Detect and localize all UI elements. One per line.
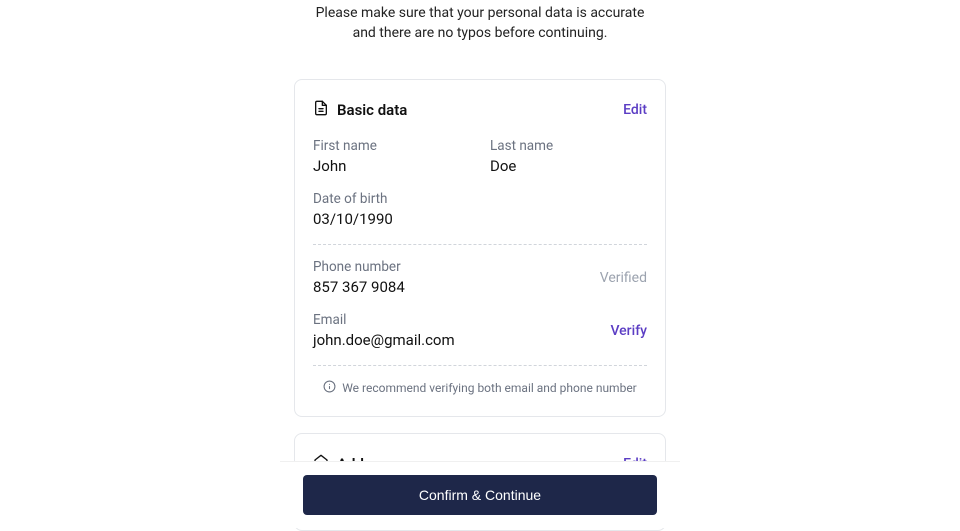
document-icon bbox=[313, 100, 329, 120]
phone-verified-badge: Verified bbox=[600, 270, 647, 286]
email-value: john.doe@gmail.com bbox=[313, 331, 610, 349]
verify-email-link[interactable]: Verify bbox=[610, 323, 647, 339]
dob-value: 03/10/1990 bbox=[313, 210, 647, 228]
page-description: Please make sure that your personal data… bbox=[294, 4, 666, 43]
dob-label: Date of birth bbox=[313, 191, 647, 207]
footer-bar: Confirm & Continue bbox=[280, 461, 680, 528]
last-name-value: Doe bbox=[490, 157, 647, 175]
confirm-continue-button[interactable]: Confirm & Continue bbox=[303, 475, 657, 515]
edit-basic-data-link[interactable]: Edit bbox=[623, 102, 647, 118]
phone-value: 857 367 9084 bbox=[313, 278, 600, 296]
verify-hint-text: We recommend verifying both email and ph… bbox=[342, 381, 637, 395]
divider bbox=[313, 365, 647, 366]
first-name-label: First name bbox=[313, 138, 470, 154]
basic-data-card: Basic data Edit First name John Last nam… bbox=[294, 79, 666, 417]
last-name-label: Last name bbox=[490, 138, 647, 154]
phone-label: Phone number bbox=[313, 259, 600, 275]
basic-data-title: Basic data bbox=[337, 101, 407, 119]
email-label: Email bbox=[313, 312, 610, 328]
first-name-value: John bbox=[313, 157, 470, 175]
info-icon bbox=[323, 380, 336, 396]
divider bbox=[313, 244, 647, 245]
